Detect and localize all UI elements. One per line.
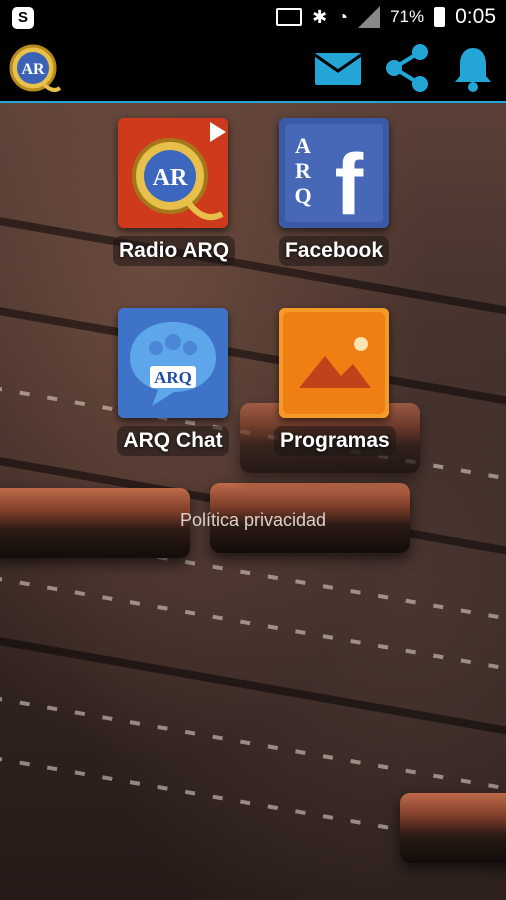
svg-text:A: A: [295, 133, 311, 158]
cast-icon: [276, 8, 303, 26]
svg-text:ARQ: ARQ: [154, 368, 192, 387]
tile-facebook[interactable]: A R Q f Facebook: [274, 118, 394, 266]
tile-label: ARQ Chat: [117, 426, 229, 456]
svg-text:f: f: [335, 137, 364, 228]
tile-label: Programas: [274, 426, 396, 456]
wifi-icon: ◔: [337, 6, 349, 27]
radio-arq-icon: AR: [118, 118, 228, 228]
battery-icon: [434, 7, 446, 27]
share-icon[interactable]: [382, 42, 432, 94]
tile-programas[interactable]: Programas: [274, 308, 396, 456]
mixing-console-background: [0, 103, 506, 900]
svg-text:R: R: [295, 158, 312, 183]
gallery-icon: [279, 308, 389, 418]
tile-radio-arq[interactable]: AR Radio ARQ: [113, 118, 236, 266]
arq-chat-icon: ARQ: [118, 308, 228, 418]
clock: 0:05: [455, 5, 496, 28]
tile-label: Radio ARQ: [113, 236, 236, 266]
bluetooth-icon: ✱: [312, 6, 328, 27]
mail-icon[interactable]: [313, 49, 363, 87]
toolbar-divider: [0, 101, 506, 103]
cell-signal-icon: [358, 6, 381, 28]
tile-arq-chat[interactable]: ARQ ARQ Chat: [113, 308, 233, 456]
privacy-policy-link[interactable]: Política privacidad: [0, 510, 506, 531]
svg-text:Q: Q: [294, 183, 311, 208]
notification-app-icon: S: [12, 7, 34, 29]
app-logo[interactable]: AR: [6, 42, 62, 98]
tile-label: Facebook: [278, 236, 390, 266]
battery-percentage: 71%: [390, 7, 425, 26]
svg-text:AR: AR: [21, 61, 45, 78]
notifications-bell-icon[interactable]: [452, 44, 494, 92]
status-bar: S ✱ ◔ 71% 0:05: [0, 0, 506, 34]
svg-text:AR: AR: [153, 165, 188, 191]
facebook-arq-icon: A R Q f: [279, 118, 389, 228]
